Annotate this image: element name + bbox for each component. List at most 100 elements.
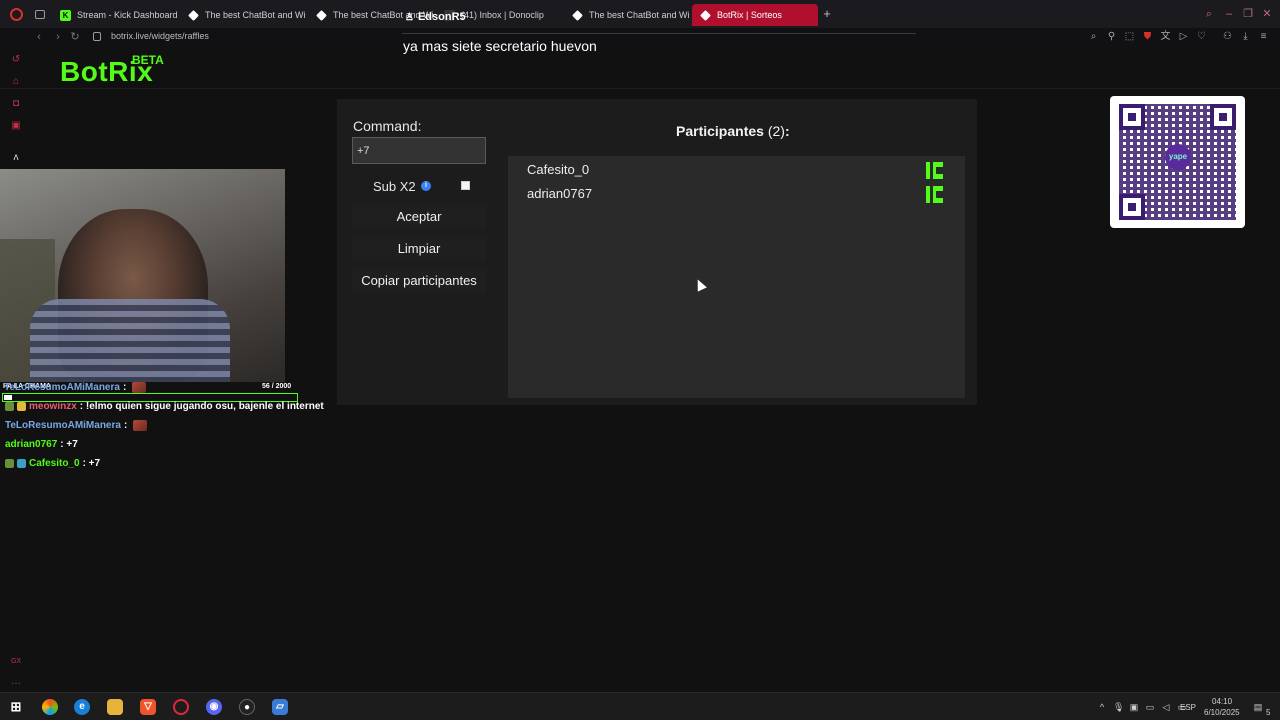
botrix-favicon-icon (316, 9, 327, 21)
sidebar-badge-icon[interactable]: GX (10, 656, 22, 668)
tab-botrix-sorteos[interactable]: BotRix | Sorteos (692, 4, 818, 26)
pin-icon[interactable]: ⚲ (1106, 31, 1117, 42)
tray-app-icon[interactable]: ▣ (1129, 702, 1139, 712)
botrix-favicon-icon (572, 9, 583, 21)
chat-message: meowinzx : !elmo quien sigue jugando osu… (5, 401, 324, 412)
history-icon[interactable]: ↺ (10, 54, 22, 66)
more-icon[interactable]: … (10, 676, 22, 688)
chat-message: Cafesito_0 : +7 (5, 458, 100, 469)
new-tab-icon[interactable]: + (820, 7, 834, 21)
instagram-icon[interactable]: ▣ (10, 120, 22, 132)
notifications-icon[interactable]: ▤ (1253, 702, 1263, 712)
messenger-icon[interactable]: ◘ (10, 98, 22, 110)
emote-icon (132, 382, 147, 393)
sub-badge-icon (17, 459, 26, 468)
chat-username: Cafesito_0 (29, 458, 80, 469)
tab-botrix-1[interactable]: The best ChatBot and Wi (180, 4, 308, 26)
minimize-icon[interactable]: – (1223, 8, 1235, 20)
participants-title: Participantes (2): (676, 123, 790, 139)
webcam-shirt (30, 299, 230, 382)
snapshot-icon[interactable]: ⬚ (1124, 31, 1135, 42)
command-input[interactable] (352, 137, 486, 164)
maximize-icon[interactable]: ❐ (1242, 8, 1254, 20)
back-icon[interactable]: ‹ (33, 30, 45, 44)
kick-favicon-icon: K (60, 9, 71, 21)
file-explorer-icon[interactable] (107, 699, 123, 715)
lock-icon[interactable] (93, 32, 101, 41)
edge-icon[interactable]: e (74, 699, 90, 715)
copilot-icon[interactable] (42, 699, 58, 715)
botrix-favicon-icon (188, 9, 199, 21)
app-icon[interactable]: ▱ (272, 699, 288, 715)
obs-icon[interactable]: ● (239, 699, 255, 715)
header-divider (0, 88, 1280, 89)
opera-logo-icon[interactable] (10, 8, 23, 21)
list-item[interactable]: Cafesito_0 (508, 159, 965, 181)
address-bar: ‹ › ↻ botrix.live/widgets/raffles ⌕ ⚲ ⬚ … (0, 28, 1280, 46)
clear-button[interactable]: Limpiar (352, 237, 486, 261)
chat-username: adrian0767 (5, 439, 58, 450)
participants-list: Cafesito_0 adrian0767 (508, 156, 965, 398)
chat-text: : (123, 420, 128, 431)
forward-icon[interactable]: › (52, 30, 64, 44)
discord-icon[interactable]: ◉ (206, 699, 222, 715)
qr-finder (1119, 104, 1145, 130)
download-icon[interactable]: ⤓ (1240, 31, 1251, 42)
chat-message: adrian0767 : +7 (5, 439, 78, 450)
goal-progress-fill (4, 395, 13, 400)
overlay-divider (402, 33, 916, 34)
badge-icon (5, 402, 14, 411)
list-item[interactable]: adrian0767 (508, 183, 965, 205)
chat-username: meowinzx (29, 401, 77, 412)
shield-icon[interactable]: ⛊ (1142, 31, 1153, 42)
emote-icon (133, 420, 148, 431)
chat-username: TeLoResumoAMiManera (4, 382, 120, 393)
zoom-icon[interactable]: ⌕ (1088, 31, 1099, 42)
network-icon[interactable]: ▭ (1145, 702, 1155, 712)
account-icon[interactable]: ⚇ (1222, 31, 1233, 42)
webcam-feed (0, 169, 285, 382)
chat-text: : !elmo quien sigue jugando osu, bajenle… (79, 401, 324, 412)
qr-finder (1210, 104, 1236, 130)
tray-expand-icon[interactable]: ^ (1097, 702, 1107, 712)
yape-logo-icon: yape (1165, 144, 1191, 170)
brave-icon[interactable]: ▽ (140, 699, 156, 715)
chat-text: : +7 (60, 439, 78, 450)
clock-date[interactable]: 6/10/2025 (1204, 708, 1240, 717)
volume-icon[interactable]: ◁ (1161, 702, 1171, 712)
kick-icon (926, 186, 943, 203)
participant-name: adrian0767 (527, 186, 593, 201)
crown-badge-icon (17, 402, 26, 411)
copy-participants-button[interactable]: Copiar participantes (352, 269, 486, 293)
language-indicator[interactable]: ESP (1180, 703, 1196, 712)
browser-tab-bar: K Stream - Kick Dashboard The best ChatB… (0, 0, 1280, 28)
tab-botrix-3[interactable]: The best ChatBot and Wi (564, 4, 692, 26)
menu-icon[interactable]: ≡ (1258, 31, 1269, 42)
start-icon[interactable]: ⊞ (8, 699, 24, 715)
windows-taskbar: ⊞ e ▽ ◉ ● ▱ ^ 🎙 ▣ ▭ ◁ ▭ ESP 04:10 6/10/2… (0, 692, 1280, 720)
chat-message: TeLoResumoAMiManera : (5, 420, 148, 431)
opera-gx-icon[interactable] (173, 699, 189, 715)
chat-username: TeLoResumoAMiManera (5, 420, 121, 431)
play-icon[interactable]: ▷ (1178, 31, 1189, 42)
chat-text: : +7 (82, 458, 101, 469)
sub-x2-checkbox[interactable] (461, 181, 470, 190)
translate-icon[interactable]: 文 (1160, 31, 1171, 42)
microphone-icon[interactable]: 🎙 (1113, 702, 1124, 712)
chat-message: TeLoResumoAMiManera : (4, 382, 147, 393)
accept-button[interactable]: Aceptar (352, 205, 486, 229)
heart-icon[interactable]: ♡ (1196, 31, 1207, 42)
kick-sidebar-icon[interactable]: ʌ (10, 152, 22, 164)
clock-time[interactable]: 04:10 (1212, 697, 1232, 706)
info-icon[interactable]: i (421, 181, 431, 191)
tab-islands-icon[interactable] (35, 10, 45, 19)
command-label: Command: (353, 118, 422, 134)
participant-name: Cafesito_0 (527, 162, 590, 177)
tab-kick-dashboard[interactable]: K Stream - Kick Dashboard (52, 4, 180, 26)
search-tabs-icon[interactable]: ⌕ (1203, 8, 1215, 20)
close-icon[interactable]: ✕ (1261, 8, 1273, 20)
reload-icon[interactable]: ↻ (69, 30, 81, 44)
wallet-icon[interactable]: ⌂ (10, 76, 22, 88)
qr-finder (1119, 194, 1145, 220)
url-field[interactable]: botrix.live/widgets/raffles (111, 31, 209, 41)
